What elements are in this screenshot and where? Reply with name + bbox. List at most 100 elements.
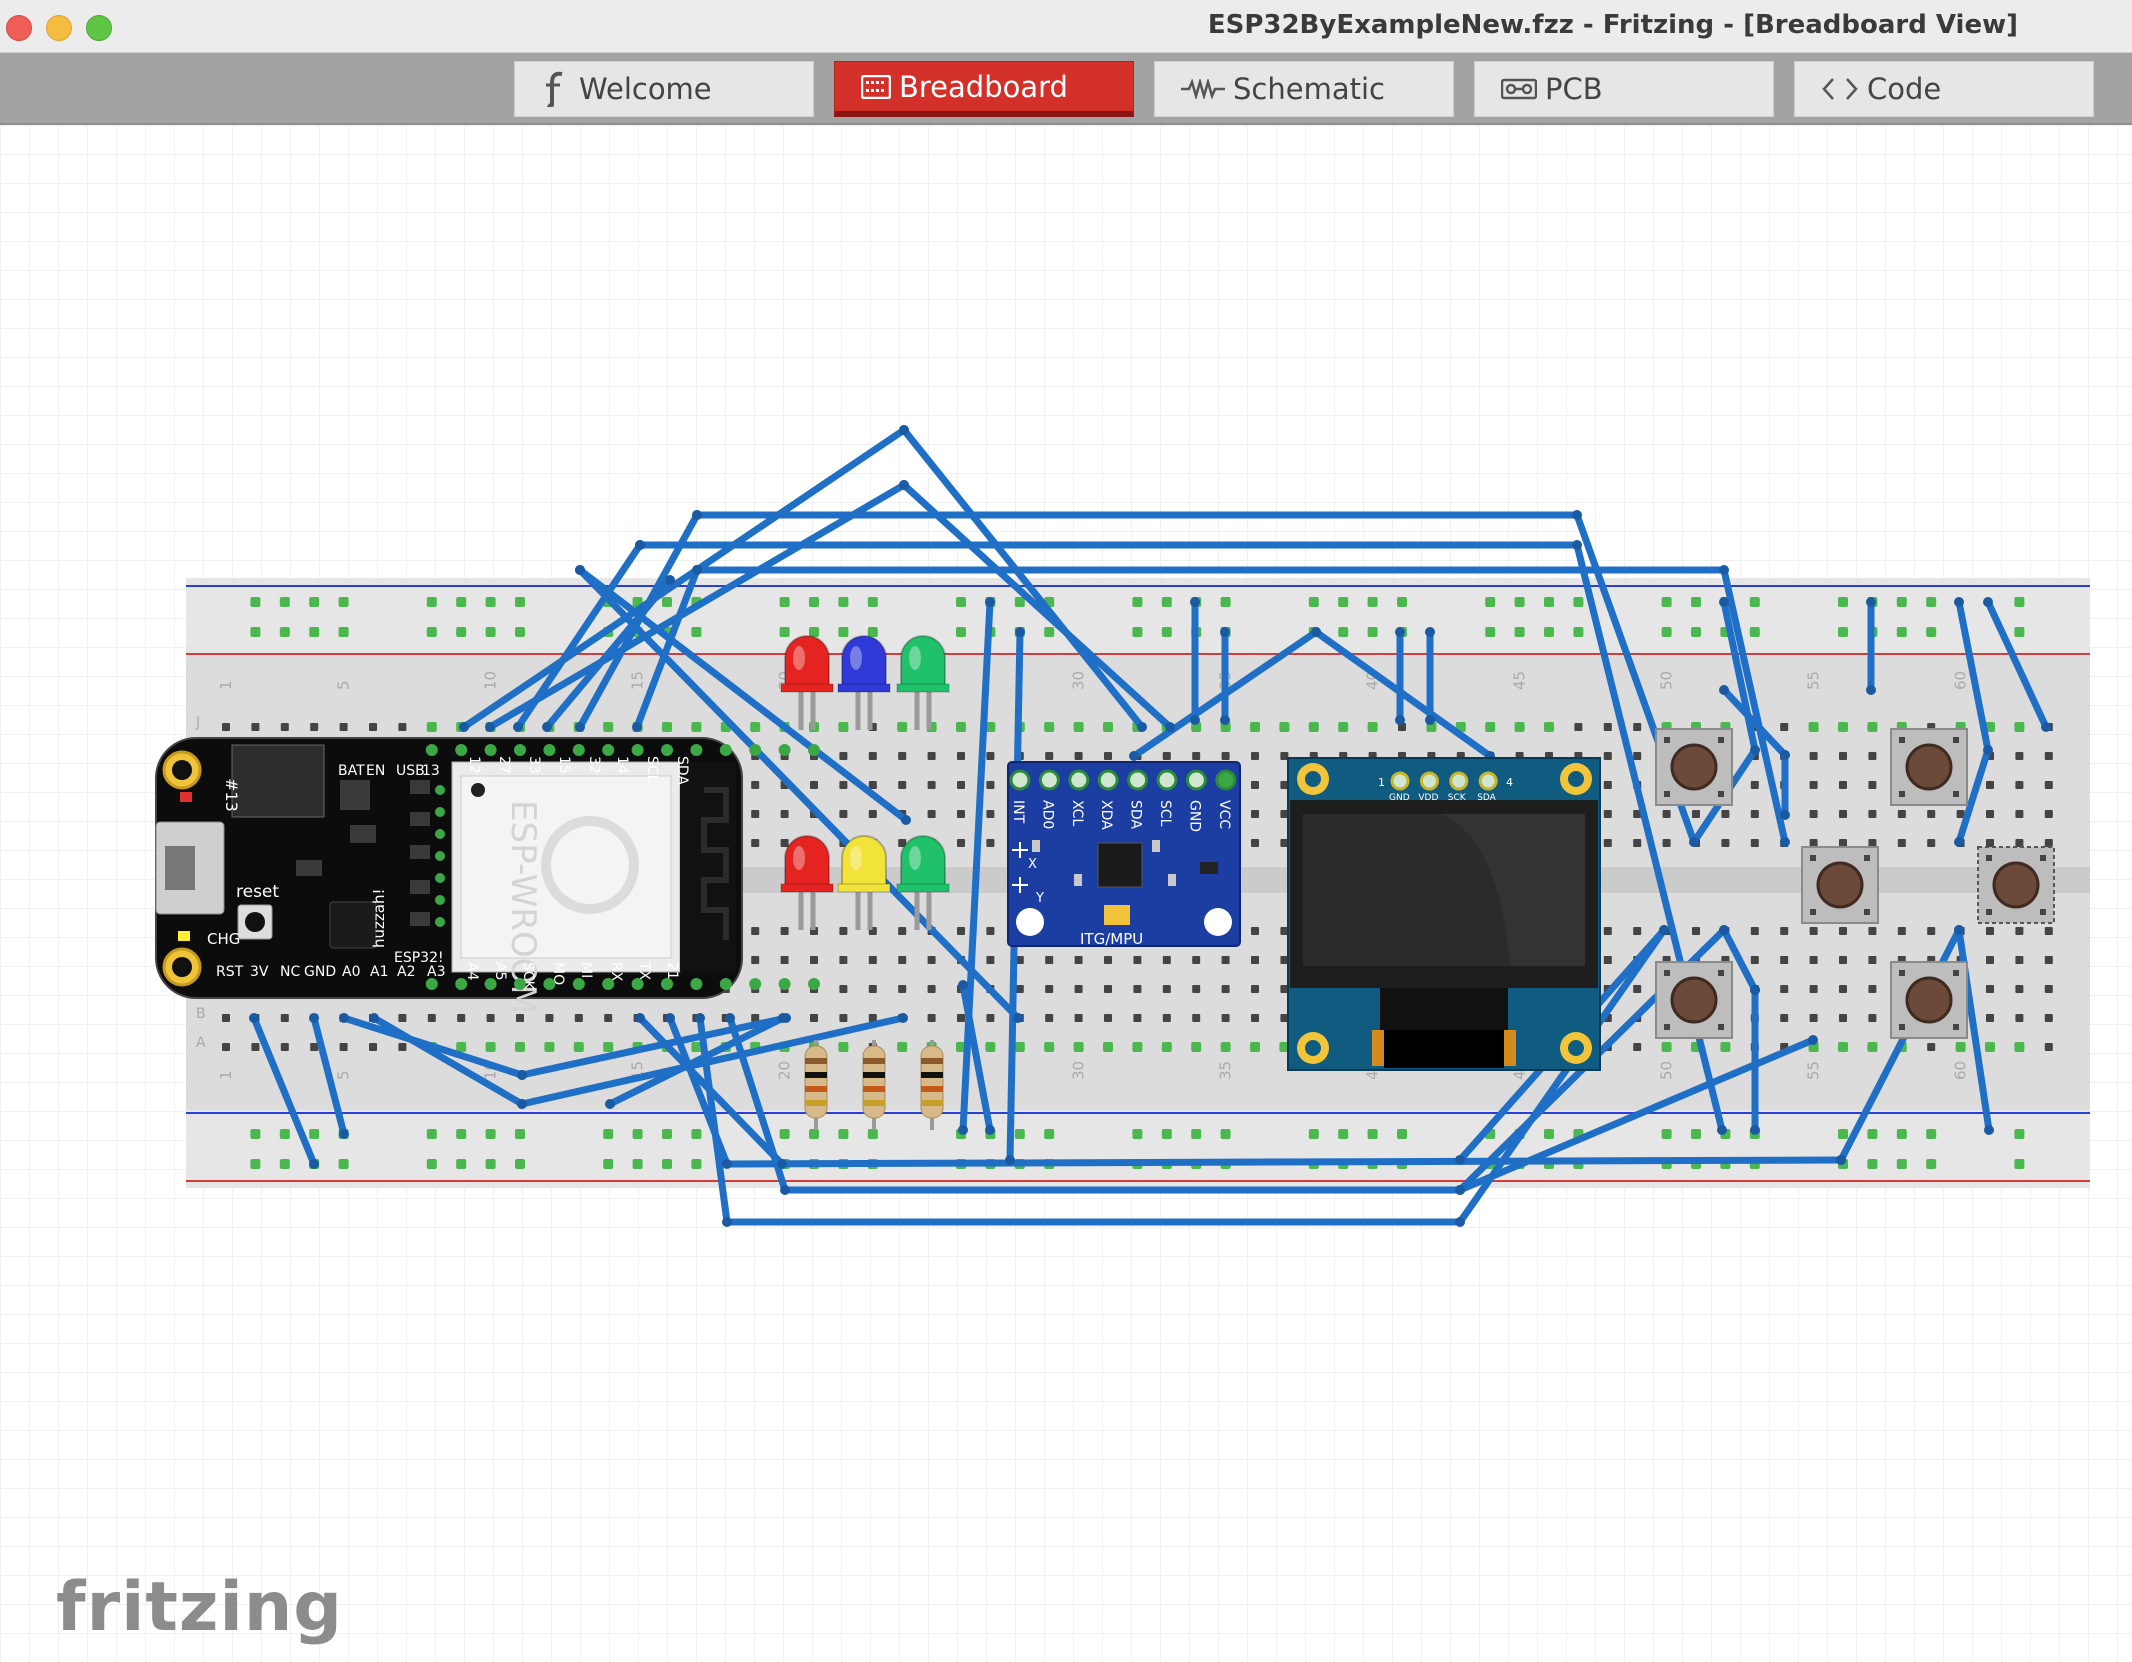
connected-hole <box>1014 1042 1025 1052</box>
push-button[interactable] <box>1655 728 1733 806</box>
hole <box>810 1014 818 1022</box>
hole <box>1633 752 1642 760</box>
oled-mount-tr-inner <box>1568 771 1584 787</box>
wire-endpoint <box>1311 627 1321 637</box>
column-label: 55 <box>1805 671 1823 690</box>
esp32-bottom-pin-label: A5 <box>492 962 508 980</box>
push-button-cap <box>1670 976 1718 1024</box>
hole <box>1750 839 1759 847</box>
push-button[interactable] <box>1890 728 1968 806</box>
wire-endpoint <box>1717 1125 1727 1135</box>
rail-connected-hole <box>1838 627 1848 637</box>
mpu-pin-label: GND <box>1186 800 1202 832</box>
rail-connected-hole <box>1485 627 1496 637</box>
push-button-corner <box>1899 1024 1905 1030</box>
connected-hole <box>603 722 614 732</box>
rail-connected-hole <box>867 627 878 637</box>
rail-connected-hole <box>662 1129 672 1139</box>
hole <box>810 781 818 789</box>
esp32-side-pin <box>435 829 445 839</box>
hole <box>1750 927 1759 935</box>
wire-endpoint <box>1983 597 1993 607</box>
wire-endpoint <box>1220 715 1230 725</box>
column-label: 10 <box>482 671 500 690</box>
push-button[interactable] <box>1655 961 1733 1039</box>
esp32-top-pin-label: EN <box>366 763 385 779</box>
esp-wroom-shield <box>460 775 672 959</box>
resistor-band <box>805 1058 827 1064</box>
hole <box>1927 927 1936 935</box>
hole <box>1839 752 1847 760</box>
oled-display-module[interactable]: GND VDD SCK SDA 1 4 <box>1287 757 1601 1071</box>
push-button-cap <box>1905 743 1953 791</box>
hole <box>839 810 848 818</box>
push-button-corner <box>1664 791 1670 797</box>
push-button[interactable] <box>1977 846 2055 924</box>
push-button-cap <box>1992 861 2040 909</box>
rail-connected-hole <box>1367 627 1378 637</box>
hole <box>1104 752 1112 760</box>
rail-connected-hole <box>1691 627 1701 637</box>
hole <box>1809 810 1818 818</box>
led-body <box>841 635 887 689</box>
resistor-body <box>862 1045 886 1119</box>
hole <box>839 1014 848 1022</box>
connected-hole <box>1191 1042 1202 1052</box>
esp32-side-pin <box>435 807 445 817</box>
hole <box>222 1014 230 1022</box>
push-button-corner <box>1899 737 1905 743</box>
mpu6050-module[interactable]: INT AD0 XCL XDA SDA SCL GND VCC ITG/MPU X Y <box>1007 761 1241 948</box>
label-chg: CHG <box>207 930 240 948</box>
wire-endpoint <box>1129 751 1139 761</box>
rail-connected-hole <box>2014 597 2025 607</box>
wire-endpoint <box>1659 925 1669 935</box>
esp32-bottom-pin-label: RST <box>216 964 244 980</box>
connected-hole <box>1161 1042 1172 1052</box>
hole <box>2044 956 2053 964</box>
hole <box>1750 956 1759 964</box>
push-button[interactable] <box>1801 846 1879 924</box>
wire-endpoint <box>665 575 675 585</box>
rail-connected-hole <box>309 597 320 607</box>
hole <box>1162 956 1171 964</box>
hole <box>1897 839 1906 847</box>
hole <box>927 985 936 993</box>
esp32-feather-board[interactable]: ESP-WROOM #13 reset CHG huzzah! ESP32! B… <box>155 737 820 1014</box>
esp32-header-pin <box>690 978 703 990</box>
rail-connected-hole <box>1573 597 1584 607</box>
hole <box>957 752 965 760</box>
rail-connected-hole <box>1514 627 1525 637</box>
hole <box>1162 985 1171 993</box>
hole <box>1839 927 1847 935</box>
push-button[interactable] <box>1890 961 1968 1039</box>
hole <box>927 1014 936 1022</box>
hole <box>986 1014 995 1022</box>
hole <box>868 781 877 789</box>
wire-endpoint <box>777 1159 787 1169</box>
rail-connected-hole <box>1867 1159 1878 1169</box>
hole <box>1251 985 1259 993</box>
connected-hole <box>1044 1042 1055 1052</box>
resistor-band <box>921 1100 943 1106</box>
hole <box>1603 723 1612 731</box>
wire-endpoint <box>2041 722 2051 732</box>
hole <box>1633 723 1642 731</box>
hole <box>2044 752 2053 760</box>
esp32-top-pin-label: 12 <box>466 756 482 774</box>
wire-endpoint <box>635 540 645 550</box>
mpu-pin <box>1009 769 1031 791</box>
breadboard-scene[interactable]: J I H G F E D C B A 11551010151520202525… <box>0 0 2132 1662</box>
connected-hole <box>1367 722 1378 732</box>
hole <box>310 723 319 731</box>
push-button-corner <box>1899 970 1905 976</box>
push-button-corner <box>1718 737 1724 743</box>
rail-connected-hole <box>1397 1129 1407 1139</box>
rail-connected-hole <box>838 1129 849 1139</box>
rail-connected-hole <box>867 597 878 607</box>
connected-hole <box>956 722 966 732</box>
rail-connected-hole <box>485 1129 496 1139</box>
oled-pin-label: VDD <box>1418 793 1438 803</box>
led-rim <box>780 683 834 693</box>
rail-connected-hole <box>1338 597 1349 607</box>
column-label: 60 <box>1952 1061 1970 1080</box>
